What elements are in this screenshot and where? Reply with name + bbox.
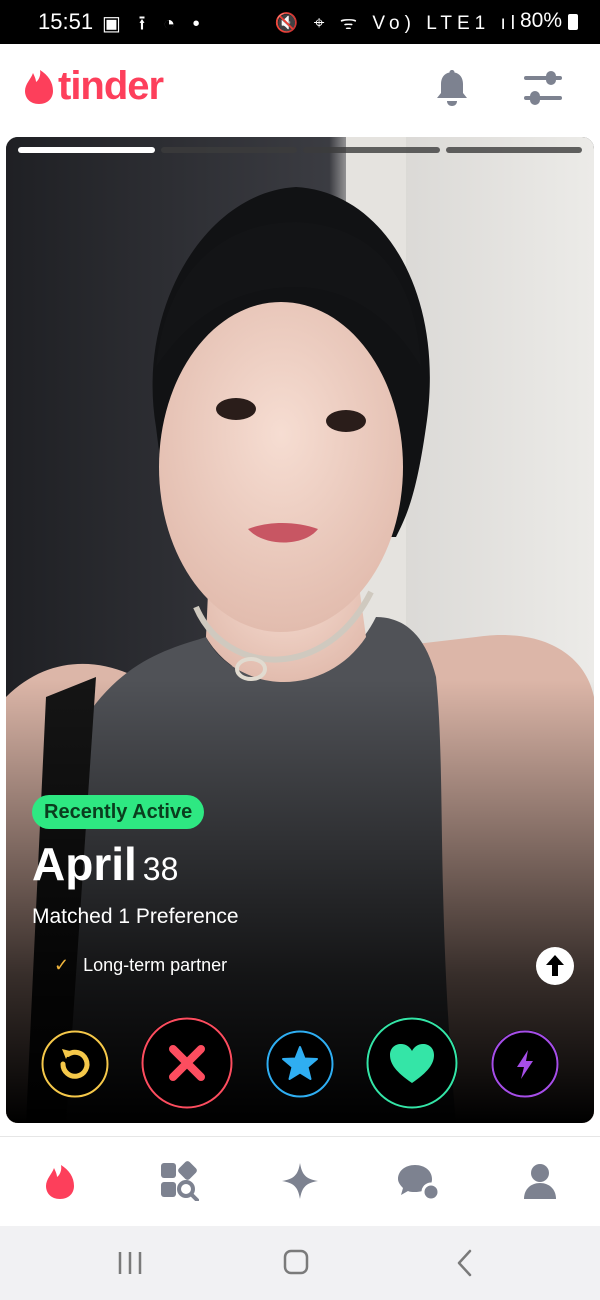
app-header: tinder	[0, 44, 600, 136]
super-like-button[interactable]	[266, 1030, 334, 1098]
tab-gold-sparkle-icon[interactable]	[280, 1161, 320, 1201]
notifications-bell-icon[interactable]	[430, 66, 474, 110]
nope-button[interactable]	[141, 1017, 233, 1109]
photo-progress-bar	[18, 147, 582, 153]
status-bar: 15:51 ▣ ⭱ ◔ • 🔇 ⌖ ᯤ Vo) LTE1 ıl 80%	[0, 0, 600, 44]
status-time: 15:51	[38, 9, 94, 34]
tab-home-flame-icon[interactable]	[40, 1161, 80, 1201]
heart-icon	[366, 1017, 458, 1109]
star-icon	[266, 1030, 334, 1098]
flame-logo-icon	[25, 69, 53, 104]
photo-indicator-2[interactable]	[160, 147, 297, 153]
photo-indicator-1[interactable]	[18, 147, 155, 153]
battery-percentage: 80%	[519, 9, 562, 32]
photo-indicator-3[interactable]	[303, 147, 440, 153]
checkmark-icon: ✓	[54, 955, 70, 975]
recent-apps-icon[interactable]	[110, 1246, 150, 1280]
matched-preferences-text: Matched 1 Preference	[32, 905, 239, 928]
photo-indicator-4[interactable]	[445, 147, 582, 153]
recently-active-badge: Recently Active	[32, 795, 205, 829]
bottom-tab-bar	[0, 1136, 600, 1227]
status-notification-icons: ▣ ⭱ ◔ •	[102, 13, 206, 35]
rewind-button[interactable]	[41, 1030, 109, 1098]
profile-age: 38	[142, 851, 179, 887]
tab-messages-chat-icon[interactable]	[397, 1161, 443, 1201]
close-x-icon	[141, 1017, 233, 1109]
tinder-logo[interactable]: tinder	[24, 64, 164, 109]
filters-sliders-icon[interactable]	[520, 68, 566, 108]
rewind-icon	[41, 1030, 109, 1098]
tab-explore-icon[interactable]	[159, 1161, 199, 1201]
name-age: April 38	[32, 837, 178, 891]
lightning-bolt-icon	[491, 1030, 559, 1098]
preference-item: ✓ Long-term partner	[54, 955, 227, 976]
status-system-icons: 🔇 ⌖ ᯤ Vo) LTE1 ıl	[274, 13, 520, 34]
boost-button[interactable]	[491, 1030, 559, 1098]
system-navigation-bar	[0, 1226, 600, 1300]
back-icon[interactable]	[446, 1246, 486, 1280]
like-button[interactable]	[366, 1017, 458, 1109]
expand-profile-button[interactable]	[536, 947, 574, 985]
swipe-action-bar	[6, 1007, 594, 1123]
home-icon[interactable]	[276, 1246, 316, 1280]
preference-label: Long-term partner	[83, 955, 228, 975]
battery-icon	[568, 14, 578, 30]
profile-name: April	[32, 838, 137, 890]
profile-card[interactable]: Recently Active April 38 Matched 1 Prefer…	[6, 137, 594, 1123]
logo-text: tinder	[58, 64, 164, 108]
tab-profile-person-icon[interactable]	[520, 1161, 560, 1201]
